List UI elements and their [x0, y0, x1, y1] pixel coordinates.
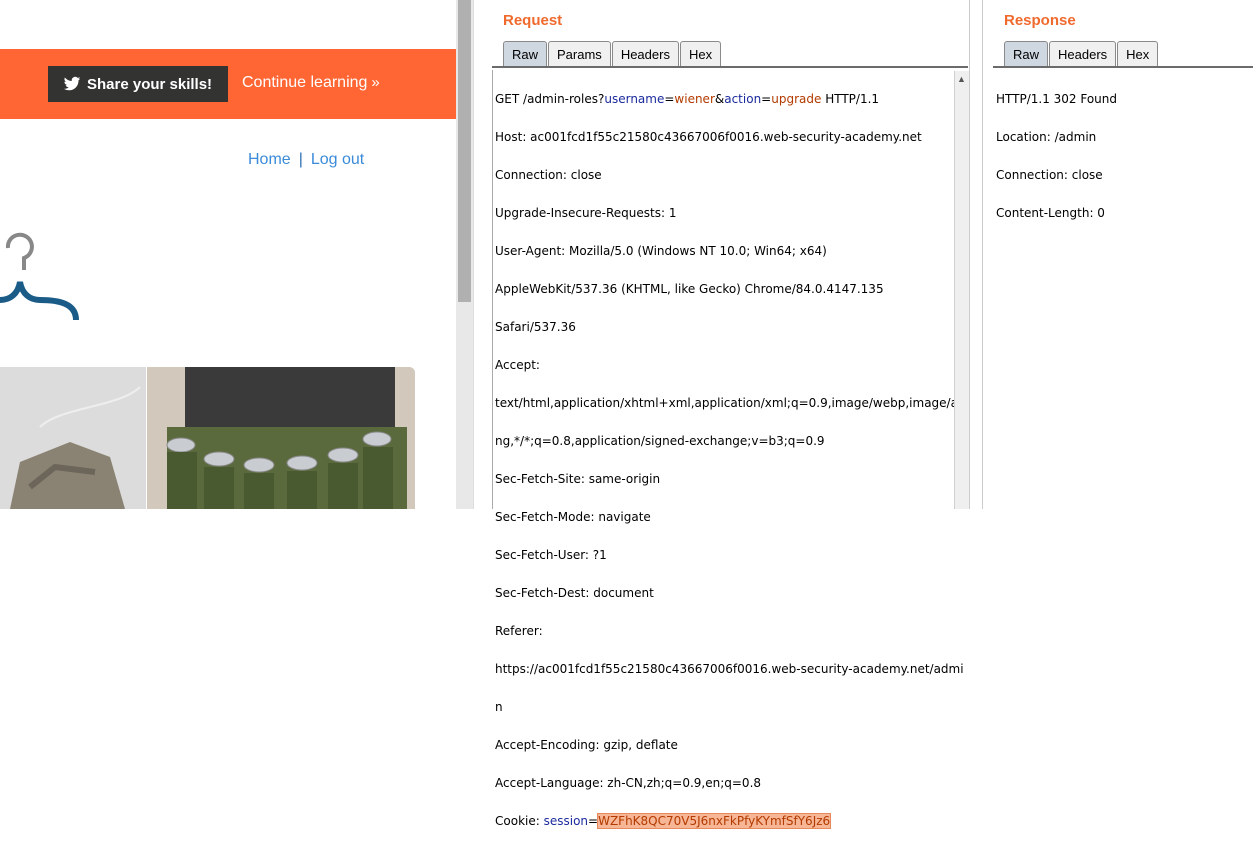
request-header-line: Sec-Fetch-Site: same-origin: [495, 472, 661, 486]
param-username-value: wiener: [674, 92, 715, 106]
request-tab-raw[interactable]: Raw: [503, 41, 548, 67]
response-line: Content-Length: 0: [996, 206, 1105, 220]
param-username-name: username: [604, 92, 665, 106]
request-line-suffix: HTTP/1.1: [821, 92, 880, 106]
request-title: Request: [503, 12, 563, 29]
double-chevron-right-icon: »: [371, 74, 380, 91]
request-tab-underline: [492, 66, 968, 68]
request-line-prefix: GET /admin-roles?: [495, 92, 605, 106]
request-header-line: Sec-Fetch-User: ?1: [495, 548, 607, 562]
request-header-line: Sec-Fetch-Dest: document: [495, 586, 654, 600]
request-tab-hex[interactable]: Hex: [679, 41, 722, 67]
response-tab-raw[interactable]: Raw: [1004, 41, 1049, 67]
request-header-line: Accept-Encoding: gzip, deflate: [495, 738, 678, 752]
request-header-line: Referer:: [495, 624, 543, 638]
request-scrollbar[interactable]: ▲: [954, 71, 969, 509]
continue-learning-link[interactable]: Continue learning»: [242, 74, 380, 92]
continue-learning-label: Continue learning: [242, 74, 368, 91]
cookie-session-value-selected[interactable]: WZFhK8QC70V5J6nxFkPfyKYmfSfY6Jz6: [597, 813, 832, 829]
request-line: GET /admin-roles?username=wiener&action=…: [495, 92, 880, 106]
request-header-line: Host: ac001fcd1f55c21580c43667006f0016.w…: [495, 130, 922, 144]
response-line: Connection: close: [996, 168, 1103, 182]
request-header-line: Accept-Language: zh-CN,zh;q=0.9,en;q=0.8: [495, 776, 762, 790]
request-header-line: Sec-Fetch-Mode: navigate: [495, 510, 651, 524]
product-image-beer-belt[interactable]: [147, 367, 415, 509]
request-header-line: Upgrade-Insecure-Requests: 1: [495, 206, 677, 220]
hanger-logo-icon: [0, 232, 79, 320]
response-tab-underline: [993, 66, 1253, 68]
response-tabs: Raw Headers Hex: [1004, 41, 1159, 67]
browser-viewport: Share your skills! Continue learning» Ho…: [0, 0, 456, 509]
request-tab-params[interactable]: Params: [548, 41, 611, 67]
top-nav: Home | Log out: [248, 151, 364, 169]
nav-separator: |: [298, 151, 303, 168]
request-header-line: Connection: close: [495, 168, 602, 182]
twitter-icon: [63, 76, 81, 91]
param-action-value: upgrade: [771, 92, 822, 106]
browser-scrollbar-thumb[interactable]: [458, 0, 471, 302]
request-header-line: Safari/537.36: [495, 320, 576, 334]
request-tab-headers[interactable]: Headers: [611, 41, 679, 67]
cookie-prefix: Cookie:: [495, 814, 544, 828]
panel-gutter: [473, 0, 492, 509]
cookie-line: Cookie: session=WZFhK8QC70V5J6nxFkPfyKYm…: [495, 813, 832, 829]
request-header-line: https://ac001fcd1f55c21580c43667006f0016…: [495, 662, 964, 676]
scroll-up-arrow-icon[interactable]: ▲: [957, 74, 966, 84]
response-line: Location: /admin: [996, 130, 1097, 144]
response-tab-hex[interactable]: Hex: [1117, 41, 1159, 67]
param-action-name: action: [724, 92, 762, 106]
panel-splitter[interactable]: [969, 0, 983, 509]
share-skills-button[interactable]: Share your skills!: [48, 66, 228, 102]
request-tabs: Raw Params Headers Hex: [503, 41, 722, 67]
request-header-line: Accept:: [495, 358, 540, 372]
response-tab-headers[interactable]: Headers: [1049, 41, 1117, 67]
browser-scrollbar[interactable]: [456, 0, 473, 509]
nav-home-link[interactable]: Home: [248, 151, 291, 168]
request-header-line: ng,*/*;q=0.8,application/signed-exchange…: [495, 434, 825, 448]
response-raw-text[interactable]: HTTP/1.1 302 Found Location: /admin Conn…: [996, 71, 1117, 242]
request-raw-text[interactable]: GET /admin-roles?username=wiener&action=…: [495, 71, 966, 850]
cookie-session-name: session: [543, 814, 589, 828]
response-line: HTTP/1.1 302 Found: [996, 92, 1118, 106]
product-image-tea-bag[interactable]: [0, 367, 146, 509]
response-title: Response: [1004, 12, 1076, 29]
request-header-line: AppleWebKit/537.36 (KHTML, like Gecko) C…: [495, 282, 884, 296]
nav-logout-link[interactable]: Log out: [311, 151, 364, 168]
request-header-line: User-Agent: Mozilla/5.0 (Windows NT 10.0…: [495, 244, 827, 258]
share-skills-label: Share your skills!: [87, 75, 213, 93]
request-header-line: n: [495, 700, 503, 714]
request-header-line: text/html,application/xhtml+xml,applicat…: [495, 396, 966, 410]
